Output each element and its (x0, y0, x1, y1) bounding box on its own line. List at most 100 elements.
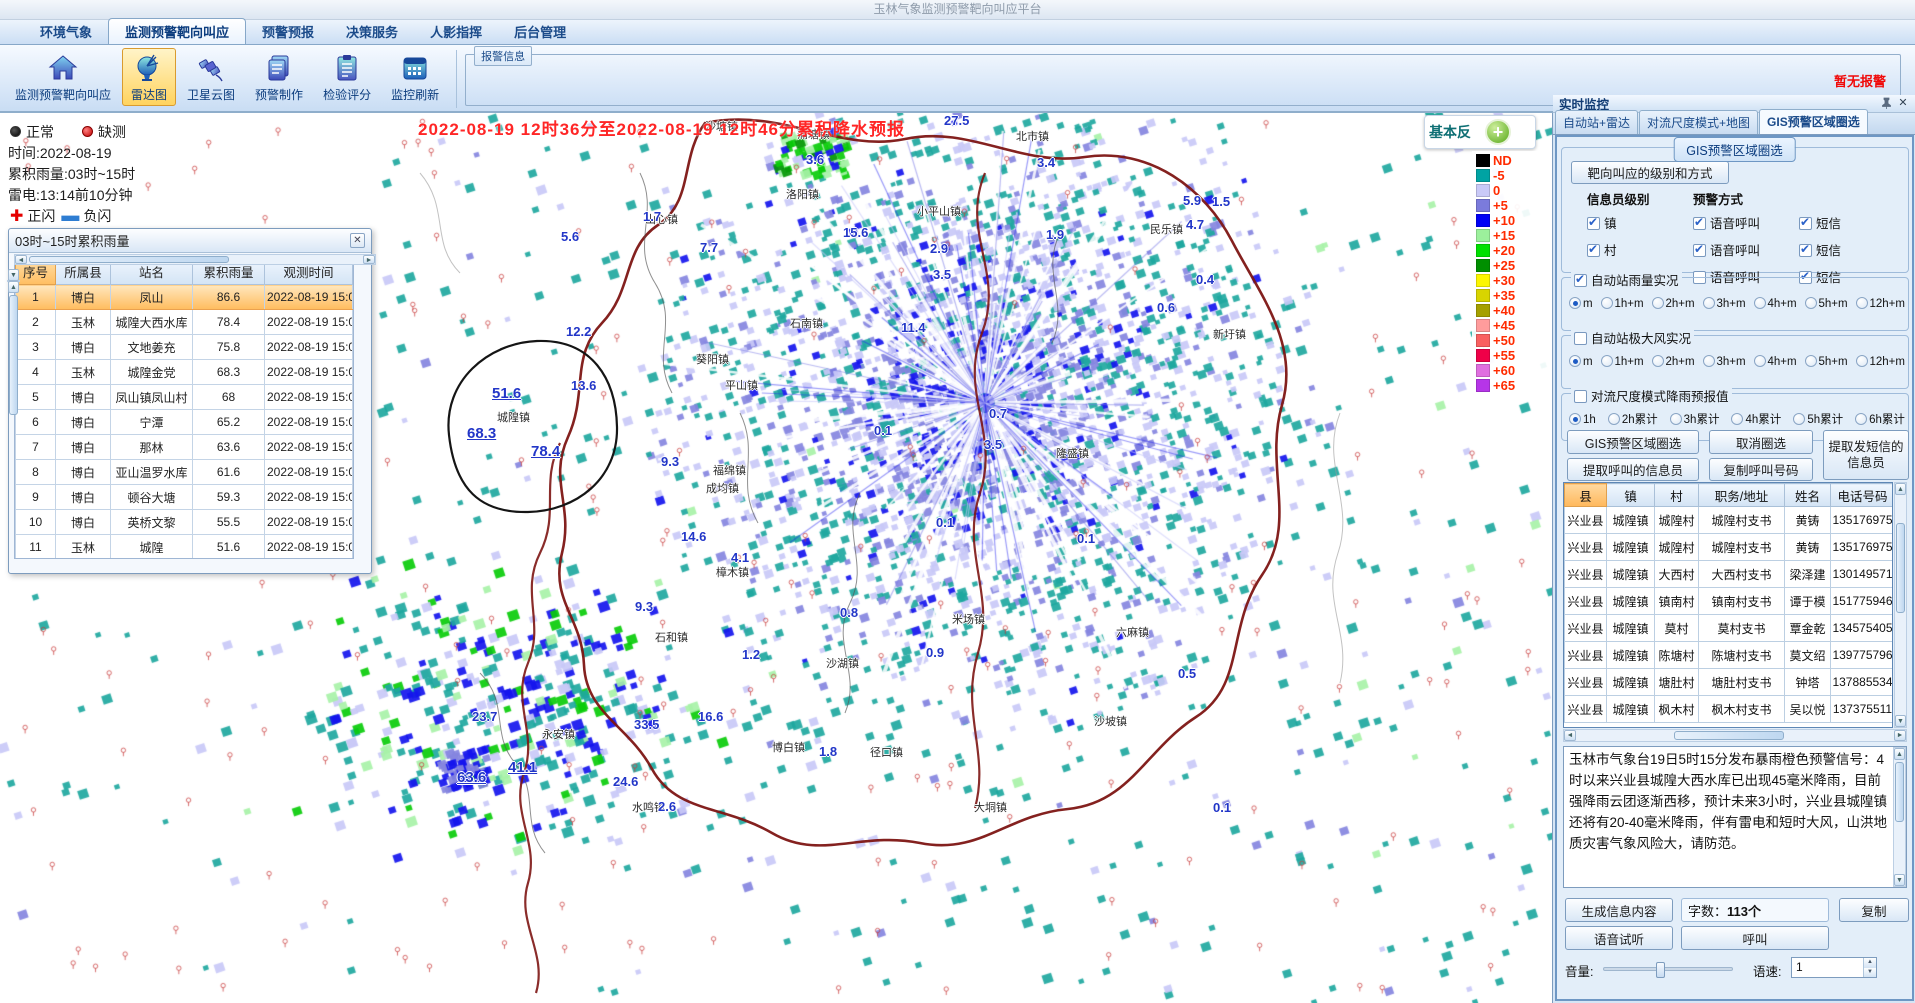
model-forecast-check[interactable]: 对流尺度模式降雨预报值 (1571, 386, 1732, 405)
generate-message-button[interactable]: 生成信息内容 (1565, 898, 1673, 922)
contact-table-hscrollbar[interactable]: ◄ ► (1563, 729, 1907, 742)
close-icon[interactable]: ✕ (1896, 97, 1910, 111)
menu-tab-5[interactable]: 人影指挥 (414, 19, 498, 44)
toolbar-button-radar[interactable]: 雷达图 (122, 48, 176, 106)
radio-option[interactable]: 3h+m (1703, 355, 1746, 368)
close-icon[interactable]: ✕ (350, 233, 365, 248)
menu-tab-4[interactable]: 决策服务 (330, 19, 414, 44)
scroll-up-icon[interactable]: ▲ (1895, 483, 1906, 495)
add-layer-icon[interactable]: + (1485, 119, 1511, 145)
radio-icon[interactable] (1652, 355, 1664, 367)
radio-icon[interactable] (1608, 413, 1620, 425)
scroll-right-icon[interactable]: ► (363, 255, 375, 264)
radio-option[interactable]: 1h+m (1601, 355, 1644, 368)
copy-button[interactable]: 复制 (1839, 898, 1909, 922)
rainfall-table-vscrollbar[interactable]: ▲ ▼ (7, 280, 20, 282)
menu-tab-6[interactable]: 后台管理 (498, 19, 582, 44)
table-row[interactable]: 1博白凤山86.62022-08-19 15:00 (16, 285, 353, 310)
scroll-down-icon[interactable]: ▼ (8, 269, 19, 281)
message-vscrollbar[interactable]: ▲ ▼ (1893, 747, 1906, 887)
contact-row[interactable]: 兴业县城隍镇大西村大西村支书梁泽建130149571 (1565, 561, 1894, 588)
radio-icon[interactable] (1670, 413, 1682, 425)
pin-icon[interactable] (1879, 97, 1893, 111)
radio-icon[interactable] (1793, 413, 1805, 425)
contact-row[interactable]: 兴业县城隍镇陈塘村陈塘村支书莫文绍139775796 (1565, 642, 1894, 669)
radio-option[interactable]: m (1569, 355, 1593, 368)
radio-icon[interactable] (1855, 413, 1867, 425)
radio-icon[interactable] (1754, 355, 1766, 367)
column-header[interactable]: 姓名 (1785, 484, 1831, 507)
checkbox-icon[interactable] (1799, 217, 1812, 230)
radio-icon[interactable] (1601, 297, 1613, 309)
radio-icon[interactable] (1703, 297, 1715, 309)
level-checkbox-村[interactable]: 村 (1587, 240, 1617, 259)
contact-row[interactable]: 兴业县城隍镇城隍村城隍村支书黄铸135176975 (1565, 507, 1894, 534)
rainfall-window-titlebar[interactable]: 03时~15时累积雨量 ✕ (9, 229, 371, 253)
checkbox-icon[interactable] (1574, 390, 1587, 403)
radio-icon[interactable] (1569, 297, 1581, 309)
spin-up-icon[interactable]: ▲ (1864, 958, 1876, 968)
contact-row[interactable]: 兴业县城隍镇莫村莫村支书覃金乾134575405 (1565, 615, 1894, 642)
speed-spinner[interactable]: 1 ▲▼ (1791, 957, 1877, 978)
radio-option[interactable]: 1h+m (1601, 297, 1644, 310)
voice-call-checkbox[interactable]: 语音呼叫 (1693, 240, 1760, 259)
warning-message-text[interactable]: 玉林市气象台19日5时15分发布暴雨橙色预警信号：4时以来兴业县城隍大西水库已出… (1563, 746, 1907, 888)
extract-sms-button[interactable]: 提取发短信的信息员 (1823, 430, 1909, 480)
radio-option[interactable]: 5h+m (1805, 297, 1848, 310)
scroll-thumb[interactable] (1895, 762, 1904, 822)
checkbox-icon[interactable] (1693, 217, 1706, 230)
scroll-left-icon[interactable]: ◄ (1564, 730, 1576, 741)
panel-tab-3[interactable]: GIS预警区域圈选 (1759, 109, 1868, 134)
table-row[interactable]: 11玉林城隍51.62022-08-19 15:00 (16, 535, 353, 560)
sms-checkbox[interactable]: 短信 (1799, 213, 1841, 232)
toolbar-button-satellite[interactable]: 卫星云图 (178, 48, 244, 106)
rainfall-table-hscrollbar[interactable]: ◄ ► (14, 254, 376, 265)
sms-checkbox[interactable]: 短信 (1799, 240, 1841, 259)
toolbar-button-refresh[interactable]: 监控刷新 (382, 48, 448, 106)
contact-row[interactable]: 兴业县城隍镇枫木村枫木村支书吴以悦137375511 (1565, 696, 1894, 723)
menu-tab-1[interactable]: 环境气象 (24, 19, 108, 44)
scroll-thumb[interactable] (9, 295, 18, 415)
radio-option[interactable]: 4h+m (1754, 297, 1797, 310)
radio-option[interactable]: 2h累计 (1608, 411, 1658, 427)
radio-icon[interactable] (1805, 297, 1817, 309)
radio-icon[interactable] (1754, 297, 1766, 309)
table-row[interactable]: 9博白顿谷大塘59.32022-08-19 15:00 (16, 485, 353, 510)
scroll-thumb[interactable] (29, 256, 229, 263)
table-row[interactable]: 8博白亚山温罗水库61.62022-08-19 15:00 (16, 460, 353, 485)
toolbar-button-score[interactable]: 检验评分 (314, 48, 380, 106)
menu-tab-2[interactable]: 监测预警靶向叫应 (108, 18, 246, 44)
scroll-thumb[interactable] (1896, 523, 1905, 613)
rain-actual-check[interactable]: 自动站雨量实况 (1571, 270, 1682, 289)
radio-icon[interactable] (1569, 355, 1581, 367)
table-row[interactable]: 10博白英桥文黎55.52022-08-19 15:00 (16, 510, 353, 535)
radio-icon[interactable] (1856, 355, 1868, 367)
volume-slider[interactable] (1603, 967, 1733, 971)
menu-tab-3[interactable]: 预警预报 (246, 19, 330, 44)
radio-option[interactable]: 1h (1569, 413, 1596, 426)
column-header[interactable]: 县 (1565, 484, 1607, 507)
contact-row[interactable]: 兴业县城隍镇镇南村镇南村支书谭于模151775946 (1565, 588, 1894, 615)
checkbox-icon[interactable] (1587, 217, 1600, 230)
radio-option[interactable]: 2h+m (1652, 297, 1695, 310)
table-row[interactable]: 5博白凤山镇凤山村682022-08-19 15:00 (16, 385, 353, 410)
panel-tab-2[interactable]: 对流尺度模式+地图 (1639, 110, 1758, 134)
scroll-up-icon[interactable]: ▲ (1894, 748, 1905, 760)
radar-map[interactable]: 沙塘镇蒲塘镇北市镇洛阳镇小平山镇山心镇民乐镇石南镇葵阳镇平山镇城隍镇新圩镇福绵镇… (0, 113, 1552, 1003)
radio-icon[interactable] (1652, 297, 1664, 309)
spinner-arrows[interactable]: ▲▼ (1863, 958, 1876, 977)
scroll-right-icon[interactable]: ► (1894, 730, 1906, 741)
voice-call-checkbox[interactable]: 语音呼叫 (1693, 213, 1760, 232)
radio-option[interactable]: 3h累计 (1670, 411, 1720, 427)
toolbar-button-home[interactable]: 监测预警靶向叫应 (6, 48, 120, 106)
table-row[interactable]: 3博白文地姜充75.82022-08-19 15:00 (16, 335, 353, 360)
checkbox-icon[interactable] (1574, 332, 1587, 345)
checkbox-icon[interactable] (1693, 244, 1706, 257)
scroll-thumb[interactable] (1674, 731, 1784, 740)
contact-table-vscrollbar[interactable]: ▲ ▼ (1894, 482, 1907, 728)
column-header[interactable]: 职务/地址 (1699, 484, 1785, 507)
radio-icon[interactable] (1731, 413, 1743, 425)
radio-option[interactable]: 4h+m (1754, 355, 1797, 368)
wind-actual-check[interactable]: 自动站极大风实况 (1571, 328, 1694, 347)
checkbox-icon[interactable] (1799, 244, 1812, 257)
